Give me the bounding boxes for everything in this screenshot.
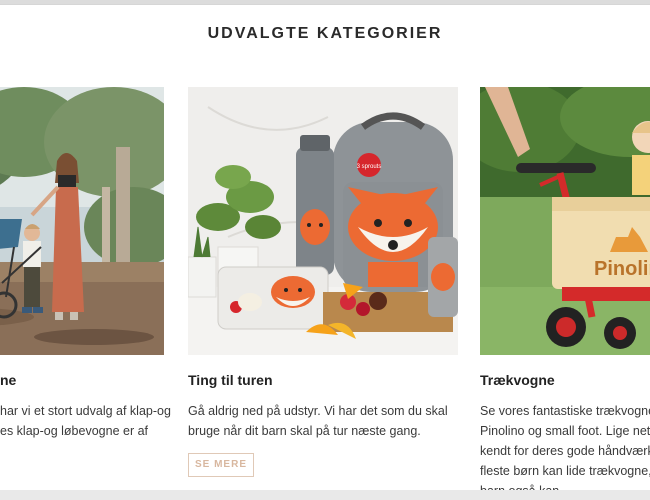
category-image-ting-til-turen[interactable]: 3 sprouts [188,87,458,355]
category-image-strollers[interactable] [0,87,164,355]
category-description-traekvogne: Se vores fantastiske trækvogne a Pinolin… [480,401,650,491]
wagon-brand-label: Pinolino [594,258,650,280]
section-title: UDVALGTE KATEGORIER [207,25,443,42]
category-description-ting-til-turen: Gå aldrig ned på udstyr. Vi har det som … [188,401,458,441]
see-more-button[interactable]: SE MERE [188,453,254,477]
category-title-ting-til-turen[interactable]: Ting til turen [188,372,458,388]
description-line: Se vores fantastiske trækvogne a [480,404,650,418]
category-card-traekvogne[interactable]: Pinolino Trækvogne Se vores fantastiske … [480,87,650,491]
featured-categories-section: UDVALGTE KATEGORIER ne har vi et stort u… [0,4,650,491]
description-line: Pinolino og small foot. Lige netop [480,424,650,438]
brand-tag: 3 sprouts [357,164,382,170]
description-line: fleste børn kan lide trækvogne, s [480,464,650,478]
description-line: kendt for deres gode håndværk o [480,444,650,458]
category-image-traekvogne[interactable]: Pinolino [480,87,650,355]
category-card-ting-til-turen[interactable]: 3 sprouts Ting til turen Gå aldrig ned p… [188,87,458,491]
category-card-strollers[interactable]: ne har vi et stort udvalg af klap-og es … [0,87,171,491]
description-line: Gå aldrig ned på udstyr. Vi har det som … [188,404,448,418]
category-title-traekvogne[interactable]: Trækvogne [480,372,650,388]
description-line: bruge når dit barn skal på tur næste gan… [188,424,421,438]
bottom-divider [0,490,650,500]
